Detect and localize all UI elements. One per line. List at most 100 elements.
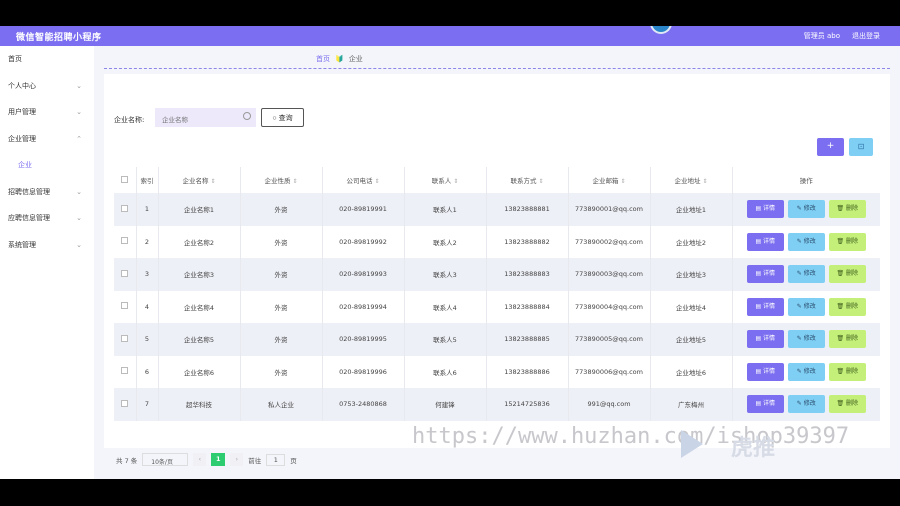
prev-page-button[interactable]: ‹ bbox=[193, 453, 207, 466]
sidebar-item-profile[interactable]: 个人中心 ⌄ bbox=[0, 73, 94, 100]
detail-button[interactable]: ▤ 详情 bbox=[746, 395, 784, 414]
row-select-cell[interactable] bbox=[114, 193, 137, 226]
header-label: 企业性质 bbox=[264, 177, 291, 185]
sidebar-item-recruit[interactable]: 招聘信息管理 ⌄ bbox=[0, 179, 94, 206]
edit-button[interactable]: ✎ 修改 bbox=[787, 200, 825, 219]
add-button[interactable]: + bbox=[817, 138, 844, 156]
detail-button[interactable]: ▤ 详情 bbox=[746, 330, 784, 349]
cell-type: 私人企业 bbox=[240, 388, 323, 421]
edit-button[interactable]: ✎ 修改 bbox=[787, 395, 825, 414]
header-type[interactable]: 企业性质 ⇕ bbox=[240, 167, 323, 193]
detail-button[interactable]: ▤ 详情 bbox=[746, 297, 784, 316]
sort-icon[interactable]: ⇕ bbox=[210, 178, 215, 185]
row-checkbox[interactable] bbox=[121, 237, 129, 245]
delete-button[interactable]: 🗑 删除 bbox=[828, 362, 866, 381]
edit-label: 修改 bbox=[803, 335, 816, 343]
edit-button[interactable]: ✎ 修改 bbox=[787, 232, 825, 251]
header-mobile[interactable]: 联系方式 ⇕ bbox=[486, 167, 569, 193]
detail-button[interactable]: ▤ 详情 bbox=[746, 200, 784, 219]
sidebar-item-apply[interactable]: 应聘信息管理 ⌄ bbox=[0, 205, 94, 232]
detail-button[interactable]: ▤ 详情 bbox=[746, 362, 784, 381]
cell-contact: 联系人1 bbox=[404, 193, 487, 226]
content-panel: 企业名称: ○ 查询 + ⊡ 索引 企业名称⇕ 企业性质⇕ 公司电话⇕ 联系人⇕… bbox=[104, 74, 890, 466]
row-select-cell[interactable] bbox=[114, 323, 137, 356]
cell-address: 企业地址1 bbox=[650, 193, 733, 226]
row-checkbox[interactable] bbox=[121, 269, 129, 277]
row-checkbox[interactable] bbox=[121, 399, 129, 407]
sort-icon[interactable]: ⇕ bbox=[292, 178, 297, 185]
delete-button[interactable]: 🗑 删除 bbox=[828, 232, 866, 251]
delete-button[interactable]: 🗑 删除 bbox=[828, 395, 866, 414]
chevron-down-icon: ⌄ bbox=[76, 214, 82, 222]
cell-contact: 联系人4 bbox=[404, 290, 487, 323]
header-label: 联系方式 bbox=[510, 177, 537, 185]
sidebar-item-system[interactable]: 系统管理 ⌄ bbox=[0, 232, 94, 259]
query-button[interactable]: ○ 查询 bbox=[261, 108, 304, 127]
row-checkbox[interactable] bbox=[121, 367, 129, 375]
row-select-cell[interactable] bbox=[114, 290, 137, 323]
edit-icon: ✎ bbox=[796, 335, 804, 343]
edit-button[interactable]: ✎ 修改 bbox=[787, 362, 825, 381]
page-size-select[interactable]: 10条/页 bbox=[142, 453, 189, 466]
row-select-cell[interactable] bbox=[114, 258, 137, 291]
chevron-down-icon: ⌄ bbox=[76, 187, 82, 196]
delete-button[interactable]: 🗑 删除 bbox=[828, 200, 866, 219]
breadcrumb: 首页 🔰 企业 bbox=[316, 54, 363, 64]
sidebar-item-users[interactable]: 用户管理 ⌄ bbox=[0, 99, 94, 126]
sort-icon[interactable]: ⇕ bbox=[453, 178, 458, 185]
header-address[interactable]: 企业地址 ⇕ bbox=[650, 167, 733, 193]
cell-address: 企业地址4 bbox=[650, 290, 733, 323]
sort-icon[interactable]: ⇕ bbox=[538, 178, 543, 185]
breadcrumb-home[interactable]: 首页 bbox=[316, 54, 330, 64]
company-table: 索引 企业名称 ⇕ 企业性质 ⇕ 公司电话 ⇕ 联系人 ⇕ 联系方式 ⇕ 企业邮箱 ⇕ 企业… bbox=[114, 167, 880, 421]
cell-phone: 020-89819993 bbox=[322, 258, 405, 291]
cell-ops: ▤ 详情 ✎ 修改 🗑 删除 bbox=[732, 258, 880, 291]
detail-button[interactable]: ▤ 详情 bbox=[746, 232, 784, 251]
cell-ops: ▤ 详情 ✎ 修改 🗑 删除 bbox=[732, 193, 880, 226]
row-select-cell[interactable] bbox=[114, 355, 137, 388]
current-page[interactable]: 1 bbox=[211, 453, 226, 466]
cell-contact: 联系人2 bbox=[404, 225, 487, 258]
sidebar-item-company-mgmt[interactable]: 企业管理 ⌃ bbox=[0, 126, 94, 153]
delete-label: 删除 bbox=[846, 335, 859, 343]
select-all-checkbox[interactable] bbox=[121, 175, 129, 183]
sidebar-item-home[interactable]: 首页 bbox=[0, 46, 94, 73]
logout-link[interactable]: 退出登录 bbox=[852, 31, 880, 41]
cell-email: 773890003@qq.com bbox=[568, 258, 651, 291]
edit-button[interactable]: ✎ 修改 bbox=[787, 330, 825, 349]
next-page-button[interactable]: › bbox=[230, 453, 244, 466]
row-checkbox[interactable] bbox=[121, 334, 129, 342]
delete-button[interactable]: 🗑 删除 bbox=[828, 265, 866, 284]
delete-label: 删除 bbox=[846, 400, 859, 408]
edit-icon: ✎ bbox=[796, 302, 804, 310]
batch-delete-button[interactable]: ⊡ bbox=[849, 138, 873, 156]
sort-icon[interactable]: ⇕ bbox=[620, 178, 625, 185]
header-email[interactable]: 企业邮箱 ⇕ bbox=[568, 167, 651, 193]
row-checkbox[interactable] bbox=[121, 204, 129, 212]
sidebar-item-label: 企业 bbox=[18, 161, 32, 169]
page-size-value: 10条/页 bbox=[151, 459, 173, 466]
detail-button[interactable]: ▤ 详情 bbox=[746, 265, 784, 284]
cell-ops: ▤ 详情 ✎ 修改 🗑 删除 bbox=[732, 225, 880, 258]
goto-page-input[interactable]: 1 bbox=[266, 453, 286, 466]
sort-icon[interactable]: ⇕ bbox=[374, 178, 379, 185]
main-area: 首页 🔰 企业 企业名称: ○ 查询 + ⊡ 索引 企业名称⇕ 企业性质⇕ 公司… bbox=[94, 46, 900, 479]
row-checkbox[interactable] bbox=[121, 302, 129, 310]
detail-icon: ▤ bbox=[755, 205, 764, 213]
header-name[interactable]: 企业名称 ⇕ bbox=[158, 167, 241, 193]
sort-icon[interactable]: ⇕ bbox=[702, 178, 707, 185]
cell-index: 3 bbox=[136, 258, 159, 291]
sidebar-item-company[interactable]: 企业 bbox=[0, 152, 94, 179]
row-select-cell[interactable] bbox=[114, 388, 137, 421]
header-phone[interactable]: 公司电话 ⇕ bbox=[322, 167, 405, 193]
edit-button[interactable]: ✎ 修改 bbox=[787, 297, 825, 316]
row-select-cell[interactable] bbox=[114, 225, 137, 258]
delete-button[interactable]: 🗑 删除 bbox=[828, 297, 866, 316]
search-input[interactable] bbox=[155, 108, 256, 127]
trash-icon: 🗑 bbox=[836, 367, 846, 375]
edit-button[interactable]: ✎ 修改 bbox=[787, 265, 825, 284]
header-contact[interactable]: 联系人 ⇕ bbox=[404, 167, 487, 193]
sidebar-item-label: 招聘信息管理 bbox=[8, 187, 50, 196]
select-all-cell[interactable] bbox=[114, 167, 137, 193]
delete-button[interactable]: 🗑 删除 bbox=[828, 330, 866, 349]
